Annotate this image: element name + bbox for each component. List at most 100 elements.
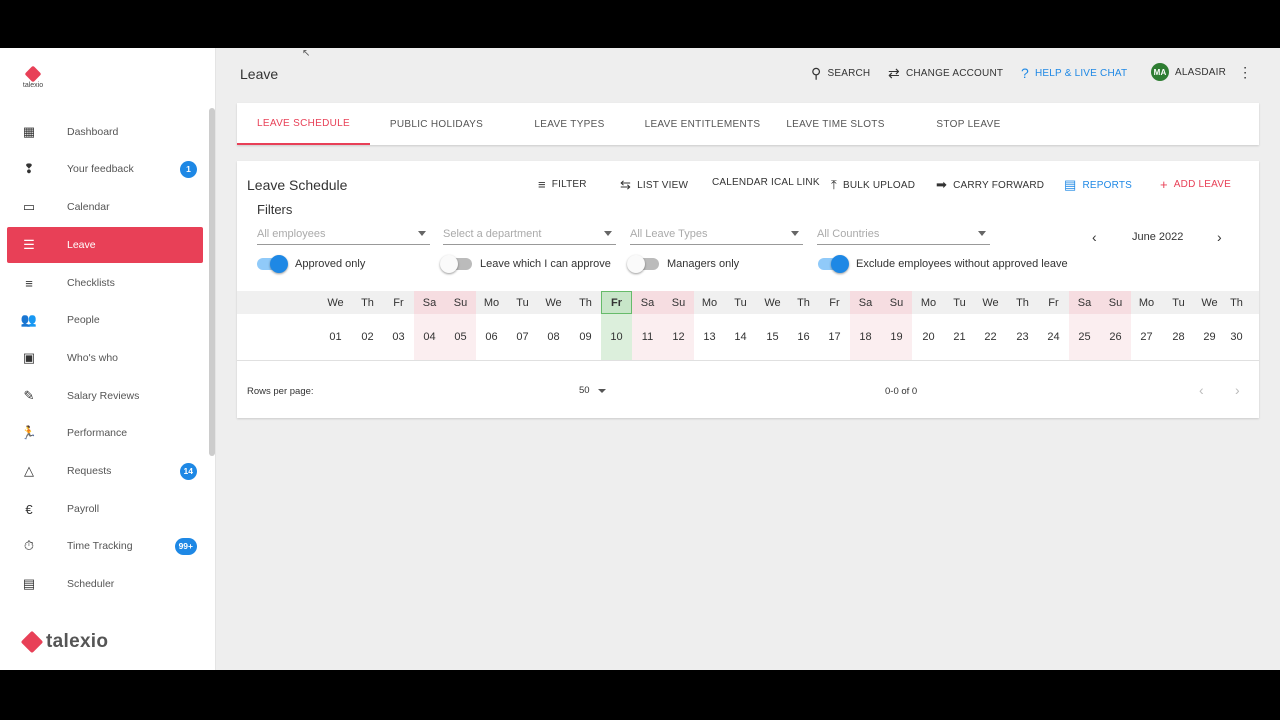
sidebar-item-scheduler[interactable]: ▤ Scheduler: [7, 566, 203, 602]
employee-select[interactable]: All employees: [257, 223, 430, 245]
calendar-icon: ▭: [22, 199, 36, 214]
bulk-upload-label: BULK UPLOAD: [842, 179, 916, 191]
day-cell[interactable]: 24: [1038, 314, 1069, 360]
day-cell[interactable]: 30: [1221, 314, 1252, 360]
next-page-icon[interactable]: ›: [1235, 382, 1240, 398]
tab-public-holidays[interactable]: PUBLIC HOLIDAYS: [370, 103, 503, 145]
sidebar-item-time-tracking[interactable]: ⏱ Time Tracking 99+: [7, 528, 203, 564]
day-cell[interactable]: 21: [944, 314, 975, 360]
day-cell[interactable]: 16: [788, 314, 819, 360]
filter-button[interactable]: ≡ FILTER: [538, 177, 587, 192]
prev-page-icon[interactable]: ‹: [1199, 382, 1204, 398]
day-cell[interactable]: 23: [1007, 314, 1038, 360]
day-cell[interactable]: 03: [383, 314, 414, 360]
dropdown-arrow-icon: [597, 388, 606, 393]
day-cell[interactable]: 10: [601, 314, 632, 360]
help-chat-button[interactable]: ? HELP & LIVE CHAT: [1021, 65, 1127, 81]
sidebar-item-payroll[interactable]: € Payroll: [7, 491, 203, 527]
sidebar-item-calendar[interactable]: ▭ Calendar: [7, 189, 203, 225]
weekday-header: Su: [663, 291, 694, 314]
sidebar-item-salary-reviews[interactable]: ✎ Salary Reviews: [7, 378, 203, 414]
swap-circle-icon: ⇆: [620, 177, 632, 192]
weekday-header: Th: [579, 296, 592, 309]
tab-leave-entitlements[interactable]: LEAVE ENTITLEMENTS: [636, 103, 769, 145]
day-cell[interactable]: 20: [913, 314, 944, 360]
sidebar-item-label: People: [67, 314, 100, 326]
sidebar-item-leave[interactable]: ☰ Leave: [7, 227, 203, 263]
sidebar-item-who-s-who[interactable]: ▣ Who's who: [7, 340, 203, 376]
reports-button[interactable]: ▤ REPORTS: [1064, 177, 1132, 193]
day-cell[interactable]: 27: [1131, 314, 1162, 360]
tab-leave-types[interactable]: LEAVE TYPES: [503, 103, 636, 145]
search-button[interactable]: ⚲ SEARCH: [811, 65, 870, 82]
sidebar-item-your-feedback[interactable]: ❢ Your feedback 1: [7, 151, 203, 187]
toggle-switch[interactable]: [818, 255, 849, 273]
day-cell[interactable]: 22: [975, 314, 1006, 360]
sidebar-item-dashboard[interactable]: ▦ Dashboard: [7, 114, 203, 150]
tab-leave-time-slots[interactable]: LEAVE TIME SLOTS: [769, 103, 902, 145]
day-cell[interactable]: 28: [1163, 314, 1194, 360]
change-account-label: CHANGE ACCOUNT: [905, 68, 1004, 79]
tab-stop-leave[interactable]: STOP LEAVE: [902, 103, 1035, 145]
sidebar-item-requests[interactable]: △ Requests 14: [7, 453, 203, 489]
weekday-header: Mo: [920, 296, 937, 309]
weekday-header: Th: [1230, 296, 1243, 309]
sidebar-item-label: Performance: [67, 427, 128, 439]
app-logo[interactable]: talexio: [20, 65, 46, 89]
country-select[interactable]: All Countries: [817, 223, 990, 245]
toggle-switch[interactable]: [257, 255, 288, 273]
weekday-header: Fr: [829, 296, 840, 309]
department-select[interactable]: Select a department: [443, 223, 616, 245]
toggle-switch[interactable]: [627, 255, 659, 273]
toggle-label: Approved only: [295, 258, 366, 270]
day-cell[interactable]: 11: [632, 314, 663, 360]
logo-cube-icon: [24, 65, 42, 83]
user-menu[interactable]: MA ALASDAIR ⋮: [1151, 63, 1252, 81]
weekday-header: Mo: [483, 296, 500, 309]
day-cell[interactable]: 01: [320, 314, 351, 360]
sidebar-scrollbar[interactable]: [209, 108, 215, 456]
bulk-upload-button[interactable]: ⤒ BULK UPLOAD: [831, 177, 915, 193]
leave-type-select[interactable]: All Leave Types: [630, 223, 803, 245]
day-cell[interactable]: 05: [445, 314, 476, 360]
ical-link-button[interactable]: CALENDAR ICAL LINK: [712, 177, 820, 188]
day-cell[interactable]: 08: [538, 314, 569, 360]
weekday-header: Tu: [516, 296, 529, 309]
count-badge: 1: [180, 160, 197, 178]
day-cell[interactable]: 04: [414, 314, 445, 360]
toggle-row: Managers only: [627, 255, 739, 273]
carry-forward-button[interactable]: ➡ CARRY FORWARD: [936, 177, 1044, 193]
sidebar-item-checklists[interactable]: ≡ Checklists: [7, 265, 203, 301]
toggle-switch[interactable]: [440, 255, 472, 273]
change-account-button[interactable]: ⇄ CHANGE ACCOUNT: [888, 65, 1003, 82]
day-cell[interactable]: 14: [725, 314, 756, 360]
day-cell[interactable]: 18: [850, 314, 881, 360]
search-icon: ⚲: [811, 65, 822, 81]
rows-per-page-select[interactable]: 50: [579, 385, 606, 396]
day-cell[interactable]: 06: [476, 314, 507, 360]
day-cell[interactable]: 12: [663, 314, 694, 360]
dropdown-arrow-icon: [978, 231, 986, 236]
prev-month-icon[interactable]: ‹: [1092, 229, 1097, 245]
logo-small-text: talexio: [22, 82, 44, 89]
next-month-icon[interactable]: ›: [1217, 229, 1222, 245]
toggle-row: Leave which I can approve: [440, 255, 611, 273]
more-vert-icon[interactable]: ⋮: [1238, 64, 1252, 81]
toggle-row: Approved only: [257, 255, 366, 273]
sidebar-item-performance[interactable]: 🏃 Performance: [7, 415, 203, 451]
day-cell[interactable]: 02: [352, 314, 383, 360]
add-leave-button[interactable]: + ADD LEAVE: [1160, 177, 1231, 192]
sidebar-item-people[interactable]: 👥 People: [7, 302, 203, 338]
day-cell[interactable]: 25: [1069, 314, 1100, 360]
feedback-icon: ❢: [23, 161, 35, 176]
list-view-button[interactable]: ⇆ LIST VIEW: [620, 177, 688, 193]
day-cell[interactable]: 19: [881, 314, 912, 360]
day-cell[interactable]: 09: [570, 314, 601, 360]
day-cell[interactable]: 13: [694, 314, 725, 360]
day-cell[interactable]: 17: [819, 314, 850, 360]
dropdown-arrow-icon: [418, 231, 426, 236]
day-cell[interactable]: 07: [507, 314, 538, 360]
day-cell[interactable]: 15: [757, 314, 788, 360]
tab-leave-schedule[interactable]: LEAVE SCHEDULE: [237, 103, 370, 145]
day-cell[interactable]: 26: [1100, 314, 1131, 360]
